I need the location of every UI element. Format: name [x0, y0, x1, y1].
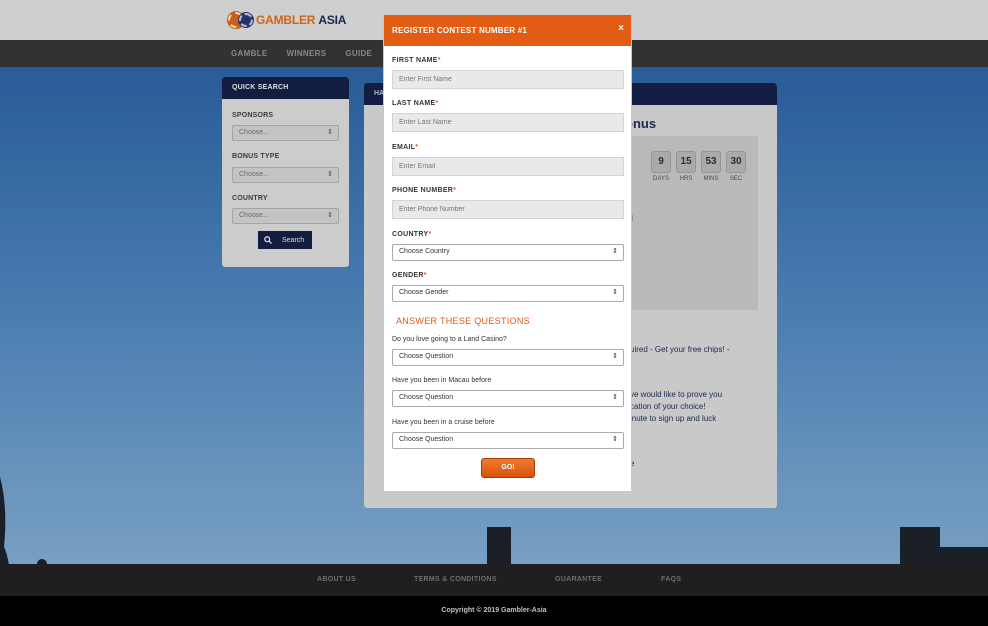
- question-1-label: Do you love going to a Land Casino?: [392, 336, 507, 343]
- select-arrows-icon: ⇕: [612, 394, 618, 401]
- gender-select[interactable]: Choose Gender ⇕: [392, 285, 624, 302]
- gender-label: GENDER*: [392, 272, 427, 279]
- question-3-label: Have you been in a cruise before: [392, 419, 495, 426]
- question-2-select[interactable]: Choose Question ⇕: [392, 390, 624, 407]
- country-label: COUNTRY*: [392, 231, 432, 238]
- select-arrows-icon: ⇕: [612, 248, 618, 255]
- select-arrows-icon: ⇕: [612, 353, 618, 360]
- phone-label: PHONE NUMBER*: [392, 187, 457, 194]
- first-name-input[interactable]: [392, 70, 624, 89]
- email-label: EMAIL*: [392, 144, 419, 151]
- question-3-select[interactable]: Choose Question ⇕: [392, 432, 624, 449]
- email-input[interactable]: [392, 157, 624, 176]
- register-modal: REGISTER CONTEST NUMBER #1 × FIRST NAME*…: [383, 14, 632, 492]
- go-button[interactable]: GO!: [481, 458, 535, 478]
- question-1-select[interactable]: Choose Question ⇕: [392, 349, 624, 366]
- modal-header: REGISTER CONTEST NUMBER #1 ×: [384, 15, 631, 46]
- select-arrows-icon: ⇕: [612, 289, 618, 296]
- phone-input[interactable]: [392, 200, 624, 219]
- select-arrows-icon: ⇕: [612, 436, 618, 443]
- last-name-input[interactable]: [392, 113, 624, 132]
- first-name-label: FIRST NAME*: [392, 57, 441, 64]
- last-name-label: LAST NAME*: [392, 100, 439, 107]
- question-2-label: Have you been in Macau before: [392, 377, 492, 384]
- modal-title: REGISTER CONTEST NUMBER #1: [392, 26, 527, 35]
- close-icon[interactable]: ×: [618, 24, 624, 34]
- questions-heading: ANSWER THESE QUESTIONS: [396, 316, 530, 326]
- country-select[interactable]: Choose Country ⇕: [392, 244, 624, 261]
